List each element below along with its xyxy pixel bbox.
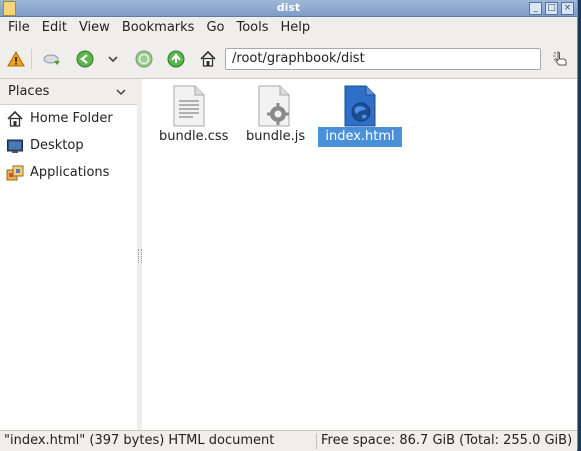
places-item-desktop[interactable]: Desktop: [0, 132, 137, 159]
menu-bar: File Edit View Bookmarks Go Tools Help: [0, 17, 577, 39]
history-dropdown-icon[interactable]: [106, 52, 120, 66]
places-item-home-folder[interactable]: Home Folder: [0, 105, 137, 132]
places-item-label: Desktop: [30, 138, 84, 153]
file-name: bundle.css: [159, 129, 229, 144]
css-file-icon: [173, 85, 205, 127]
status-separator: [316, 433, 317, 449]
desktop-icon: [7, 139, 23, 153]
location-bar[interactable]: /root/graphbook/dist: [225, 48, 541, 70]
menu-view[interactable]: View: [73, 18, 116, 38]
places-item-label: Applications: [30, 165, 110, 180]
menu-go[interactable]: Go: [200, 18, 230, 38]
places-panel: Places Home Folder Desktop Applications: [0, 79, 138, 430]
free-space-status: Free space: 86.7 GiB (Total: 255.0 GiB): [321, 433, 573, 448]
selection-status: "index.html" (397 bytes) HTML document: [4, 433, 275, 448]
close-button[interactable]: ×: [561, 2, 574, 15]
file-view[interactable]: bundle.css bundle.js index.html: [142, 79, 577, 430]
status-bar: "index.html" (397 bytes) HTML document F…: [0, 430, 577, 451]
maximize-button[interactable]: □: [545, 2, 558, 15]
menu-tools[interactable]: Tools: [230, 18, 274, 38]
file-item[interactable]: bundle.js: [239, 85, 309, 147]
places-header[interactable]: Places: [0, 79, 137, 105]
back-icon[interactable]: [76, 50, 94, 68]
forward-disabled-icon[interactable]: [135, 50, 153, 68]
window-title: dist: [276, 1, 301, 14]
places-title: Places: [8, 84, 50, 99]
minimize-button[interactable]: _: [529, 2, 542, 15]
menu-edit[interactable]: Edit: [36, 18, 73, 38]
places-item-applications[interactable]: Applications: [0, 159, 137, 186]
toolbar: /root/graphbook/dist: [0, 40, 577, 79]
jump-to-location-icon[interactable]: [551, 49, 571, 69]
file-item[interactable]: bundle.css: [152, 85, 228, 147]
file-manager-window: dist _ □ × File Edit View Bookmarks Go T…: [0, 0, 578, 451]
title-bar[interactable]: dist _ □ ×: [0, 0, 577, 17]
home-icon: [7, 110, 23, 127]
menu-help[interactable]: Help: [275, 18, 317, 38]
chevron-down-icon[interactable]: [115, 86, 127, 98]
places-item-label: Home Folder: [30, 111, 113, 126]
file-item-selected[interactable]: index.html: [318, 85, 402, 147]
menu-bookmarks[interactable]: Bookmarks: [116, 18, 201, 38]
applications-icon: [6, 165, 24, 180]
menu-file[interactable]: File: [2, 18, 36, 38]
new-window-icon[interactable]: [43, 50, 61, 68]
warning-icon[interactable]: [7, 50, 25, 68]
js-file-icon: [258, 85, 290, 127]
file-name: index.html: [318, 127, 402, 147]
file-name: bundle.js: [246, 129, 306, 144]
up-icon[interactable]: [167, 50, 185, 68]
html-file-icon: [344, 85, 376, 127]
home-icon[interactable]: [199, 50, 217, 68]
